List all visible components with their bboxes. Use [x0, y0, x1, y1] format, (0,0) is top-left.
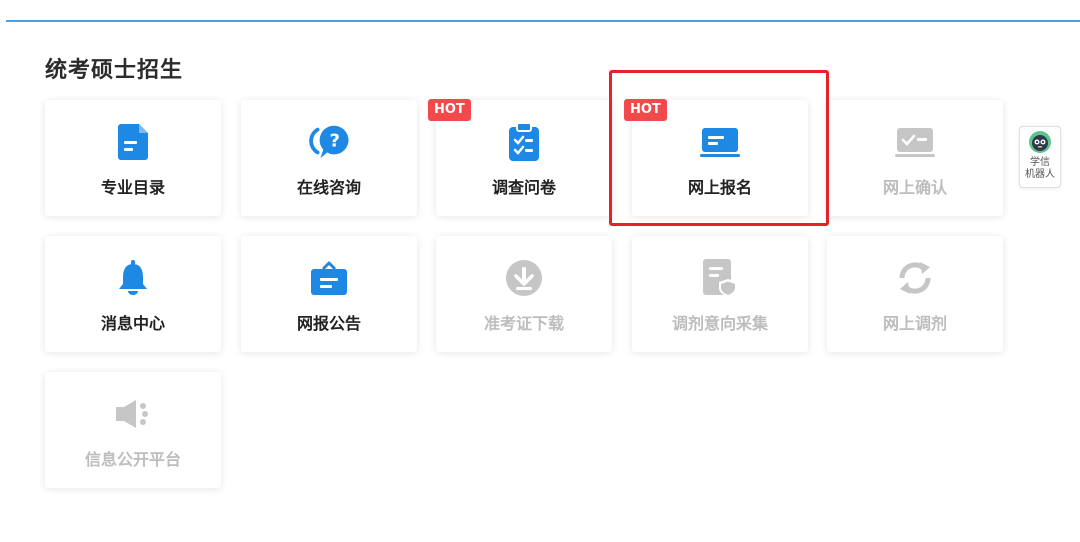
- tile-online-confirmation[interactable]: 网上确认: [827, 100, 1003, 216]
- tile-label: 专业目录: [100, 178, 165, 197]
- briefcase-icon: [309, 258, 349, 298]
- robot-label-line2: 机器人: [1025, 169, 1055, 180]
- verified-card-icon: [895, 122, 935, 162]
- tile-online-registration[interactable]: HOT 网上报名: [624, 99, 808, 216]
- tile-major-catalog[interactable]: 专业目录: [45, 100, 221, 216]
- speaker-icon: [113, 394, 153, 434]
- tile-label: 信息公开平台: [84, 450, 181, 469]
- tile-admission-ticket-download[interactable]: 准考证下载: [436, 236, 612, 352]
- refresh-icon: [895, 258, 935, 298]
- tile-online-consult[interactable]: ? 在线咨询: [241, 100, 417, 216]
- robot-avatar-icon: [1029, 131, 1051, 153]
- question-chat-icon: ?: [309, 122, 349, 162]
- document-icon: [113, 122, 153, 162]
- tile-survey[interactable]: HOT 调查问卷: [428, 99, 612, 216]
- top-divider: [6, 20, 1080, 22]
- tile-label: 准考证下载: [483, 314, 564, 333]
- tile-info-disclosure-platform[interactable]: 信息公开平台: [45, 372, 221, 488]
- tile-label: 调查问卷: [491, 178, 556, 197]
- download-icon: [504, 258, 544, 298]
- tile-registration-notice[interactable]: 网报公告: [241, 236, 417, 352]
- id-card-icon: [700, 122, 740, 162]
- tile-label: 调剂意向采集: [671, 314, 768, 333]
- robot-assistant-button[interactable]: 学信 机器人: [1019, 126, 1061, 188]
- svg-text:?: ?: [329, 131, 340, 152]
- robot-label-line1: 学信: [1030, 157, 1050, 168]
- hot-badge: HOT: [624, 99, 667, 121]
- bell-icon: [113, 258, 153, 298]
- tile-label: 消息中心: [100, 314, 165, 333]
- page: 统考硕士招生 专业目录 ? 在线咨询 HOT 调查问卷 HOT 网上报名 网上确…: [0, 0, 1080, 542]
- robot-label: 学信 机器人: [1020, 157, 1060, 181]
- document-shield-icon: [700, 258, 740, 298]
- tile-label: 网上确认: [882, 178, 947, 197]
- tile-adjustment-intention[interactable]: 调剂意向采集: [632, 236, 808, 352]
- hot-badge: HOT: [428, 99, 471, 121]
- tile-label: 网上报名: [687, 178, 752, 197]
- tile-online-adjustment[interactable]: 网上调剂: [827, 236, 1003, 352]
- tile-message-center[interactable]: 消息中心: [45, 236, 221, 352]
- tile-label: 网报公告: [296, 314, 361, 333]
- tile-label: 在线咨询: [296, 178, 361, 197]
- clipboard-checklist-icon: [504, 122, 544, 162]
- tile-label: 网上调剂: [882, 314, 947, 333]
- section-title: 统考硕士招生: [45, 58, 184, 83]
